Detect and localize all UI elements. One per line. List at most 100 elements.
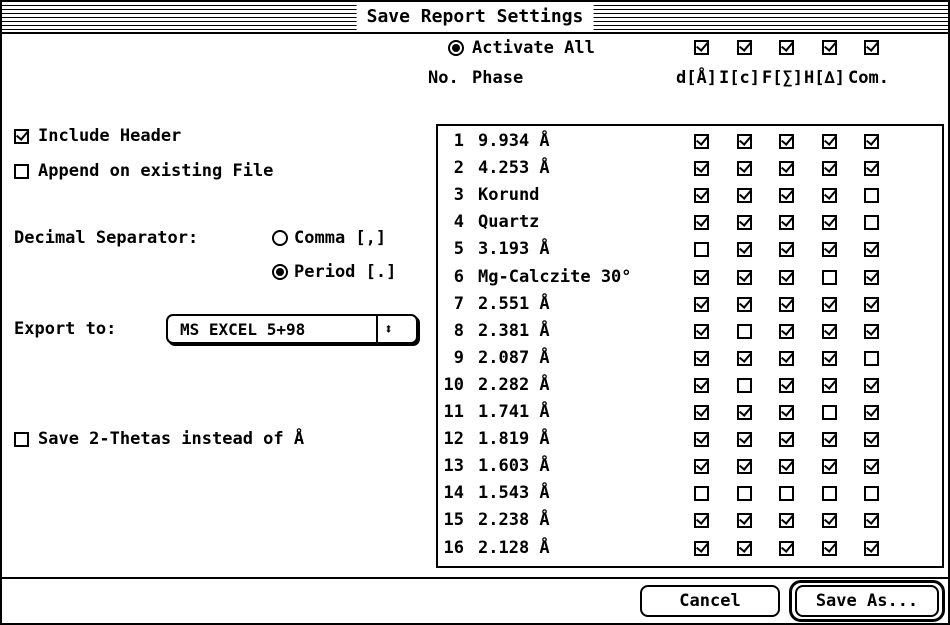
- row-4-checkbox-5[interactable]: [864, 215, 879, 231]
- activate-all-checkbox-2[interactable]: [737, 40, 752, 55]
- row-12-checkbox-1[interactable]: [694, 432, 709, 448]
- row-16-checkbox-1[interactable]: [694, 540, 709, 556]
- comma-radio[interactable]: [272, 230, 288, 246]
- row-7-checkbox-5[interactable]: [864, 296, 879, 312]
- activate-all-checkbox-5[interactable]: [864, 40, 879, 55]
- row-4-checkbox-2[interactable]: [737, 215, 752, 231]
- include-header-checkbox[interactable]: [14, 129, 29, 144]
- row-11-checkbox-2[interactable]: [737, 405, 752, 420]
- row-6-checkbox-3[interactable]: [779, 269, 794, 285]
- row-9-checkbox-5[interactable]: [864, 350, 879, 366]
- row-8-checkbox-2[interactable]: [737, 323, 752, 339]
- row-8-checkbox-1[interactable]: [694, 323, 709, 339]
- activate-all-checkbox-3[interactable]: [779, 40, 794, 55]
- row-phase: 2.087 Å: [478, 347, 550, 368]
- row-14-checkbox-4[interactable]: [822, 486, 837, 502]
- row-4-checkbox-3[interactable]: [779, 215, 794, 231]
- row-8-checkbox-4[interactable]: [822, 323, 837, 339]
- title-bar[interactable]: Save Report Settings: [2, 2, 948, 34]
- row-2-checkbox-5[interactable]: [864, 161, 879, 177]
- row-15-checkbox-2[interactable]: [737, 513, 752, 529]
- row-14-checkbox-2[interactable]: [737, 486, 752, 502]
- row-7-checkbox-3[interactable]: [779, 296, 794, 312]
- row-14-checkbox-1[interactable]: [694, 486, 709, 502]
- row-number: 7: [453, 293, 464, 314]
- row-phase: 2.238 Å: [478, 510, 550, 531]
- row-12-checkbox-5[interactable]: [864, 432, 879, 448]
- row-11-checkbox-5[interactable]: [864, 405, 879, 420]
- row-9-checkbox-3[interactable]: [779, 350, 794, 366]
- row-1-checkbox-1[interactable]: [694, 134, 709, 149]
- row-13-checkbox-1[interactable]: [694, 459, 709, 475]
- row-16-checkbox-5[interactable]: [864, 540, 879, 556]
- row-10-checkbox-2[interactable]: [737, 377, 752, 393]
- period-radio[interactable]: [272, 264, 288, 280]
- row-13-checkbox-3[interactable]: [779, 459, 794, 475]
- row-13-checkbox-5[interactable]: [864, 459, 879, 475]
- export-format-popup[interactable]: MS EXCEL 5+98 ⬍: [166, 314, 418, 344]
- row-16-checkbox-4[interactable]: [822, 540, 837, 556]
- row-3-checkbox-4[interactable]: [822, 188, 837, 204]
- row-16-checkbox-2[interactable]: [737, 540, 752, 556]
- row-7-checkbox-1[interactable]: [694, 296, 709, 312]
- row-2-checkbox-4[interactable]: [822, 161, 837, 177]
- row-12-checkbox-2[interactable]: [737, 432, 752, 448]
- activate-all-radio[interactable]: [448, 40, 464, 56]
- row-11-checkbox-4[interactable]: [822, 405, 837, 420]
- row-8-checkbox-3[interactable]: [779, 323, 794, 339]
- row-7-checkbox-2[interactable]: [737, 296, 752, 312]
- row-5-checkbox-5[interactable]: [864, 242, 879, 258]
- row-12-checkbox-4[interactable]: [822, 432, 837, 448]
- row-6-checkbox-2[interactable]: [737, 269, 752, 285]
- row-1-checkbox-5[interactable]: [864, 134, 879, 149]
- row-11-checkbox-1[interactable]: [694, 405, 709, 420]
- append-existing-file-checkbox[interactable]: [14, 164, 29, 179]
- row-4-checkbox-4[interactable]: [822, 215, 837, 231]
- save-2-thetas-checkbox[interactable]: [14, 432, 29, 447]
- row-5-checkbox-4[interactable]: [822, 242, 837, 258]
- row-11-checkbox-3[interactable]: [779, 405, 794, 420]
- row-15-checkbox-3[interactable]: [779, 513, 794, 529]
- row-2-checkbox-1[interactable]: [694, 161, 709, 177]
- row-1-checkbox-3[interactable]: [779, 134, 794, 149]
- row-phase: Quartz: [478, 212, 540, 233]
- row-13-checkbox-2[interactable]: [737, 459, 752, 475]
- row-10-checkbox-1[interactable]: [694, 377, 709, 393]
- row-3-checkbox-2[interactable]: [737, 188, 752, 204]
- row-9-checkbox-4[interactable]: [822, 350, 837, 366]
- row-6-checkbox-4[interactable]: [822, 269, 837, 285]
- row-6-checkbox-5[interactable]: [864, 269, 879, 285]
- row-15-checkbox-4[interactable]: [822, 513, 837, 529]
- row-3-checkbox-3[interactable]: [779, 188, 794, 204]
- row-5-checkbox-3[interactable]: [779, 242, 794, 258]
- activate-all-checkbox-1[interactable]: [694, 40, 709, 55]
- row-10-checkbox-4[interactable]: [822, 377, 837, 393]
- row-8-checkbox-5[interactable]: [864, 323, 879, 339]
- row-9-checkbox-1[interactable]: [694, 350, 709, 366]
- cancel-button[interactable]: Cancel: [640, 585, 780, 617]
- row-7-checkbox-4[interactable]: [822, 296, 837, 312]
- row-9-checkbox-2[interactable]: [737, 350, 752, 366]
- row-5-checkbox-1[interactable]: [694, 242, 709, 258]
- save-as-button[interactable]: Save As...: [795, 585, 939, 617]
- row-14-checkbox-3[interactable]: [779, 486, 794, 502]
- row-2-checkbox-3[interactable]: [779, 161, 794, 177]
- row-15-checkbox-1[interactable]: [694, 513, 709, 529]
- row-10-checkbox-5[interactable]: [864, 377, 879, 393]
- activate-all-checkbox-4[interactable]: [822, 40, 837, 55]
- row-13-checkbox-4[interactable]: [822, 459, 837, 475]
- row-16-checkbox-3[interactable]: [779, 540, 794, 556]
- row-4-checkbox-1[interactable]: [694, 215, 709, 231]
- row-12-checkbox-3[interactable]: [779, 432, 794, 448]
- row-1-checkbox-4[interactable]: [822, 134, 837, 149]
- row-14-checkbox-5[interactable]: [864, 486, 879, 502]
- row-15-checkbox-5[interactable]: [864, 513, 879, 529]
- row-3-checkbox-1[interactable]: [694, 188, 709, 204]
- row-10-checkbox-3[interactable]: [779, 377, 794, 393]
- row-5-checkbox-2[interactable]: [737, 242, 752, 258]
- row-number: 3: [453, 185, 464, 206]
- row-1-checkbox-2[interactable]: [737, 134, 752, 149]
- row-3-checkbox-5[interactable]: [864, 188, 879, 204]
- row-2-checkbox-2[interactable]: [737, 161, 752, 177]
- row-6-checkbox-1[interactable]: [694, 269, 709, 285]
